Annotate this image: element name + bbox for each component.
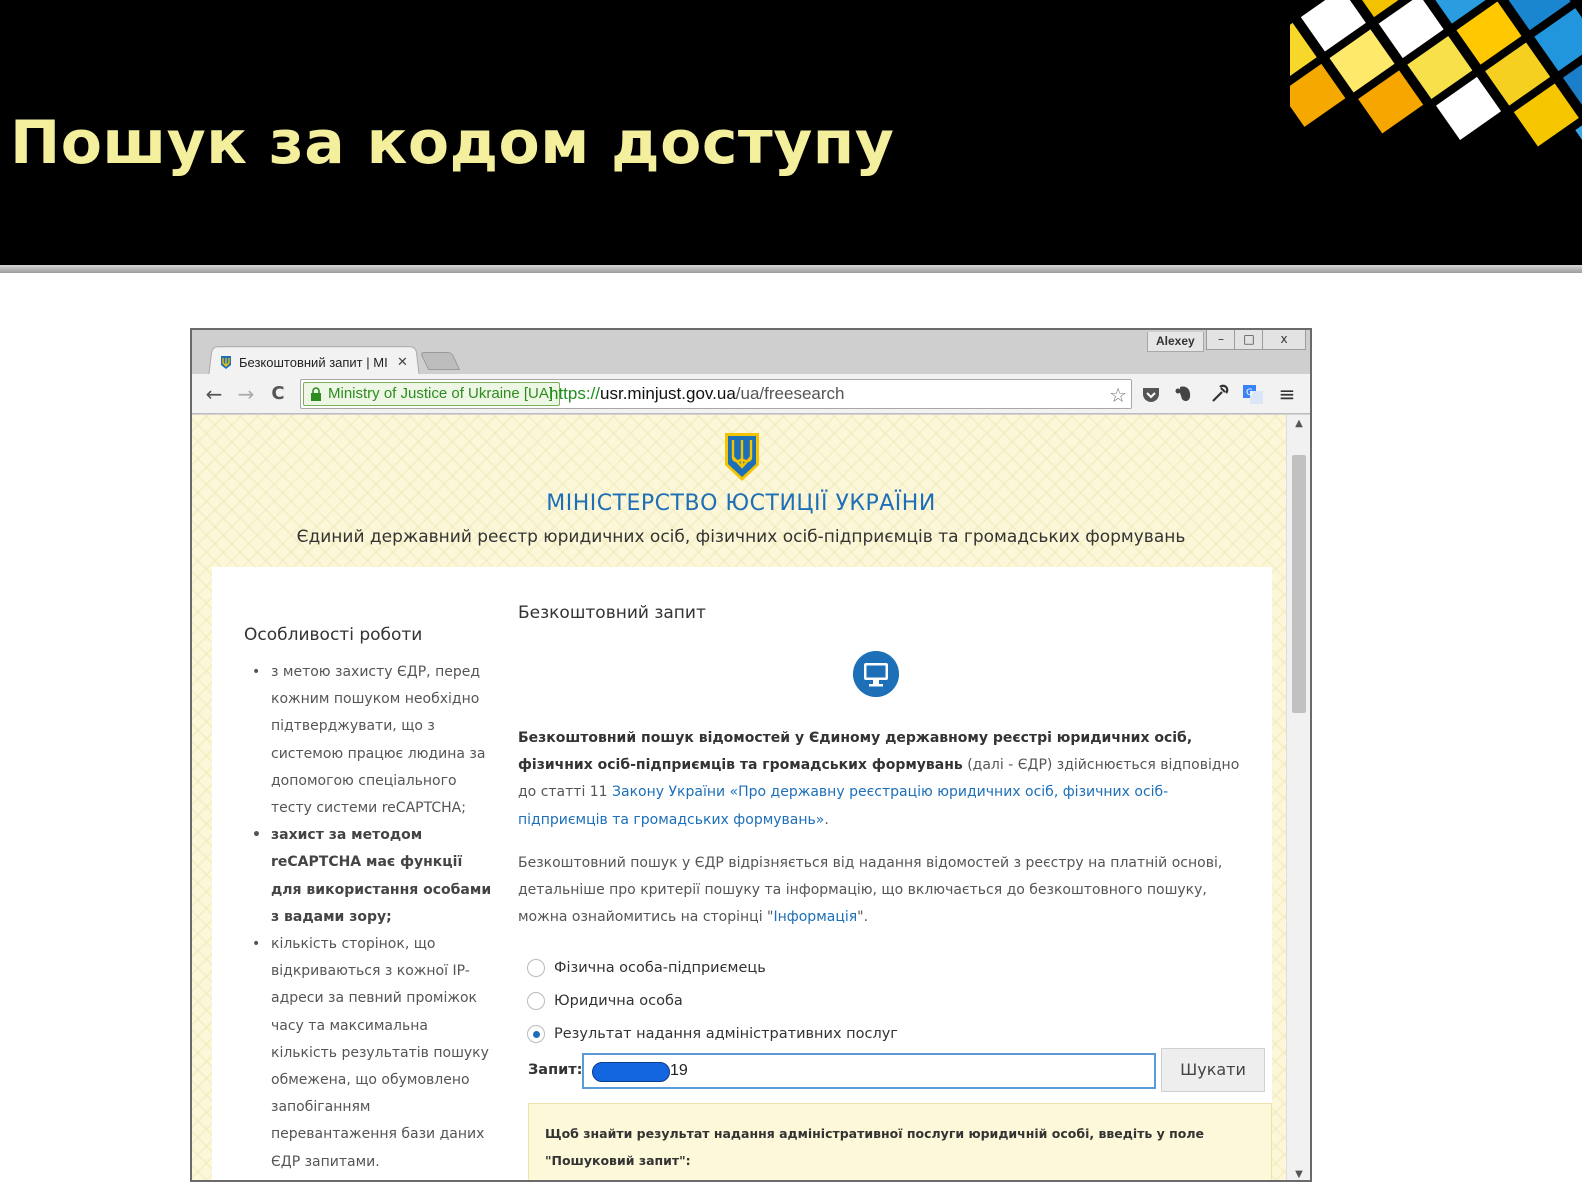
maximize-button[interactable]: □ xyxy=(1234,330,1264,350)
ev-label: Ministry of Justice of Ukraine [UA] xyxy=(328,385,554,402)
tab-close-icon[interactable]: ✕ xyxy=(397,354,408,370)
radio-label: Результат надання адміністративних послу… xyxy=(554,1026,898,1042)
radio-label: Фізична особа-підприємець xyxy=(554,960,766,976)
notice-box: Щоб знайти результат надання адміністрат… xyxy=(528,1103,1272,1180)
close-window-button[interactable]: x xyxy=(1262,330,1306,350)
svg-text:G: G xyxy=(1246,388,1253,398)
scroll-down-arrow-icon[interactable]: ▼ xyxy=(1287,1166,1310,1180)
radio-admin-services-result[interactable]: Результат надання адміністративних послу… xyxy=(527,1022,898,1046)
url-scheme: https:// xyxy=(549,384,601,403)
query-value: 19 xyxy=(670,1062,688,1079)
ministry-title: МІНІСТЕРСТВО ЮСТИЦІЇ УКРАЇНИ xyxy=(546,491,936,516)
intro-paragraph: Безкоштовний пошук відомостей у Єдиному … xyxy=(518,725,1248,834)
toolbar: ← → C Ministry of Justice of Ukraine [UA… xyxy=(192,374,1310,414)
monitor-icon xyxy=(853,651,899,697)
title-bar: Alexey – □ x Безкоштовний запит | МІ ✕ xyxy=(192,330,1310,377)
eyedropper-icon[interactable] xyxy=(1208,383,1230,405)
scroll-thumb[interactable] xyxy=(1292,455,1306,713)
bookmark-star-icon[interactable]: ☆ xyxy=(1109,383,1127,407)
main-title: Безкоштовний запит xyxy=(518,603,706,623)
registry-subtitle: Єдиний державний реєстр юридичних осіб, … xyxy=(296,527,1186,547)
radio-button-selected[interactable] xyxy=(527,1025,545,1043)
search-button[interactable]: Шукати xyxy=(1161,1048,1265,1092)
url-path: /ua/freesearch xyxy=(735,384,845,403)
tab-content[interactable]: Безкоштовний запит | МІ ✕ xyxy=(220,350,415,374)
scroll-up-arrow-icon[interactable]: ▲ xyxy=(1287,415,1310,433)
back-button[interactable]: ← xyxy=(200,380,228,408)
redaction-mark xyxy=(592,1062,670,1082)
sidebar-list: з метою захисту ЄДР, перед кожним пошуко… xyxy=(252,659,492,1176)
page-scrollbar[interactable]: ▲ ▼ xyxy=(1286,415,1310,1180)
ev-certificate-badge[interactable]: Ministry of Justice of Ukraine [UA] xyxy=(303,382,561,406)
decorative-tiles xyxy=(1290,0,1582,165)
tab-title: Безкоштовний запит | МІ xyxy=(239,354,388,370)
query-label: Запит: xyxy=(528,1062,583,1078)
web-page: МІНІСТЕРСТВО ЮСТИЦІЇ УКРАЇНИ Єдиний держ… xyxy=(192,415,1290,1180)
minimize-button[interactable]: – xyxy=(1206,330,1236,350)
evernote-icon[interactable] xyxy=(1174,383,1196,405)
notice-italic: Унікальний номер «Код» (розміщений на до… xyxy=(545,1174,1255,1180)
address-bar[interactable]: Ministry of Justice of Ukraine [UA] http… xyxy=(300,379,1132,409)
profile-button[interactable]: Alexey xyxy=(1147,332,1204,352)
sidebar-item: кількість сторінок, що відкриваються з к… xyxy=(252,931,492,1176)
reload-button[interactable]: C xyxy=(264,380,292,408)
info-text: Безкоштовний пошук у ЄДР відрізняється в… xyxy=(518,855,1223,926)
radio-button[interactable] xyxy=(527,992,545,1010)
url-host: usr.minjust.gov.ua xyxy=(600,384,736,403)
radio-individual-entrepreneur[interactable]: Фізична особа-підприємець xyxy=(527,956,766,980)
sidebar-item: захист за методом reCAPTCHA має функції … xyxy=(252,822,492,931)
favicon-trident-icon xyxy=(221,355,231,369)
slide-divider xyxy=(0,265,1582,273)
radio-button[interactable] xyxy=(527,959,545,977)
radio-label: Юридична особа xyxy=(554,993,683,1009)
menu-icon[interactable]: ≡ xyxy=(1276,383,1298,405)
info-link[interactable]: Інформація xyxy=(773,909,857,925)
query-input[interactable]: 19 xyxy=(582,1053,1156,1089)
sidebar-item: з метою захисту ЄДР, перед кожним пошуко… xyxy=(252,659,492,822)
url-text[interactable]: https://usr.minjust.gov.ua/ua/freesearch xyxy=(549,384,844,404)
info-end: ". xyxy=(857,909,869,926)
slide-title: Пошук за кодом доступу xyxy=(10,108,895,178)
translate-icon[interactable]: G xyxy=(1242,383,1264,405)
slide-header: Пошук за кодом доступу xyxy=(0,0,1582,265)
ukraine-trident-emblem-icon xyxy=(725,433,759,481)
browser-window: Alexey – □ x Безкоштовний запит | МІ ✕ ←… xyxy=(190,328,1312,1182)
intro-end: . xyxy=(824,811,829,828)
main-section: Безкоштовний запит Безкоштовний пошук ві… xyxy=(518,567,1272,1180)
forward-button[interactable]: → xyxy=(232,380,260,408)
law-link[interactable]: Закону України «Про державну реєстрацію … xyxy=(518,784,1168,827)
new-tab-button[interactable] xyxy=(419,352,461,370)
pocket-icon[interactable] xyxy=(1140,383,1162,405)
notice-bold: Щоб знайти результат надання адміністрат… xyxy=(545,1126,1205,1168)
radio-legal-entity[interactable]: Юридична особа xyxy=(527,989,683,1013)
content-panel: Особливості роботи з метою захисту ЄДР, … xyxy=(212,567,1272,1180)
sidebar-title: Особливості роботи xyxy=(244,625,423,645)
info-paragraph: Безкоштовний пошук у ЄДР відрізняється в… xyxy=(518,850,1248,932)
lock-icon xyxy=(311,387,321,401)
